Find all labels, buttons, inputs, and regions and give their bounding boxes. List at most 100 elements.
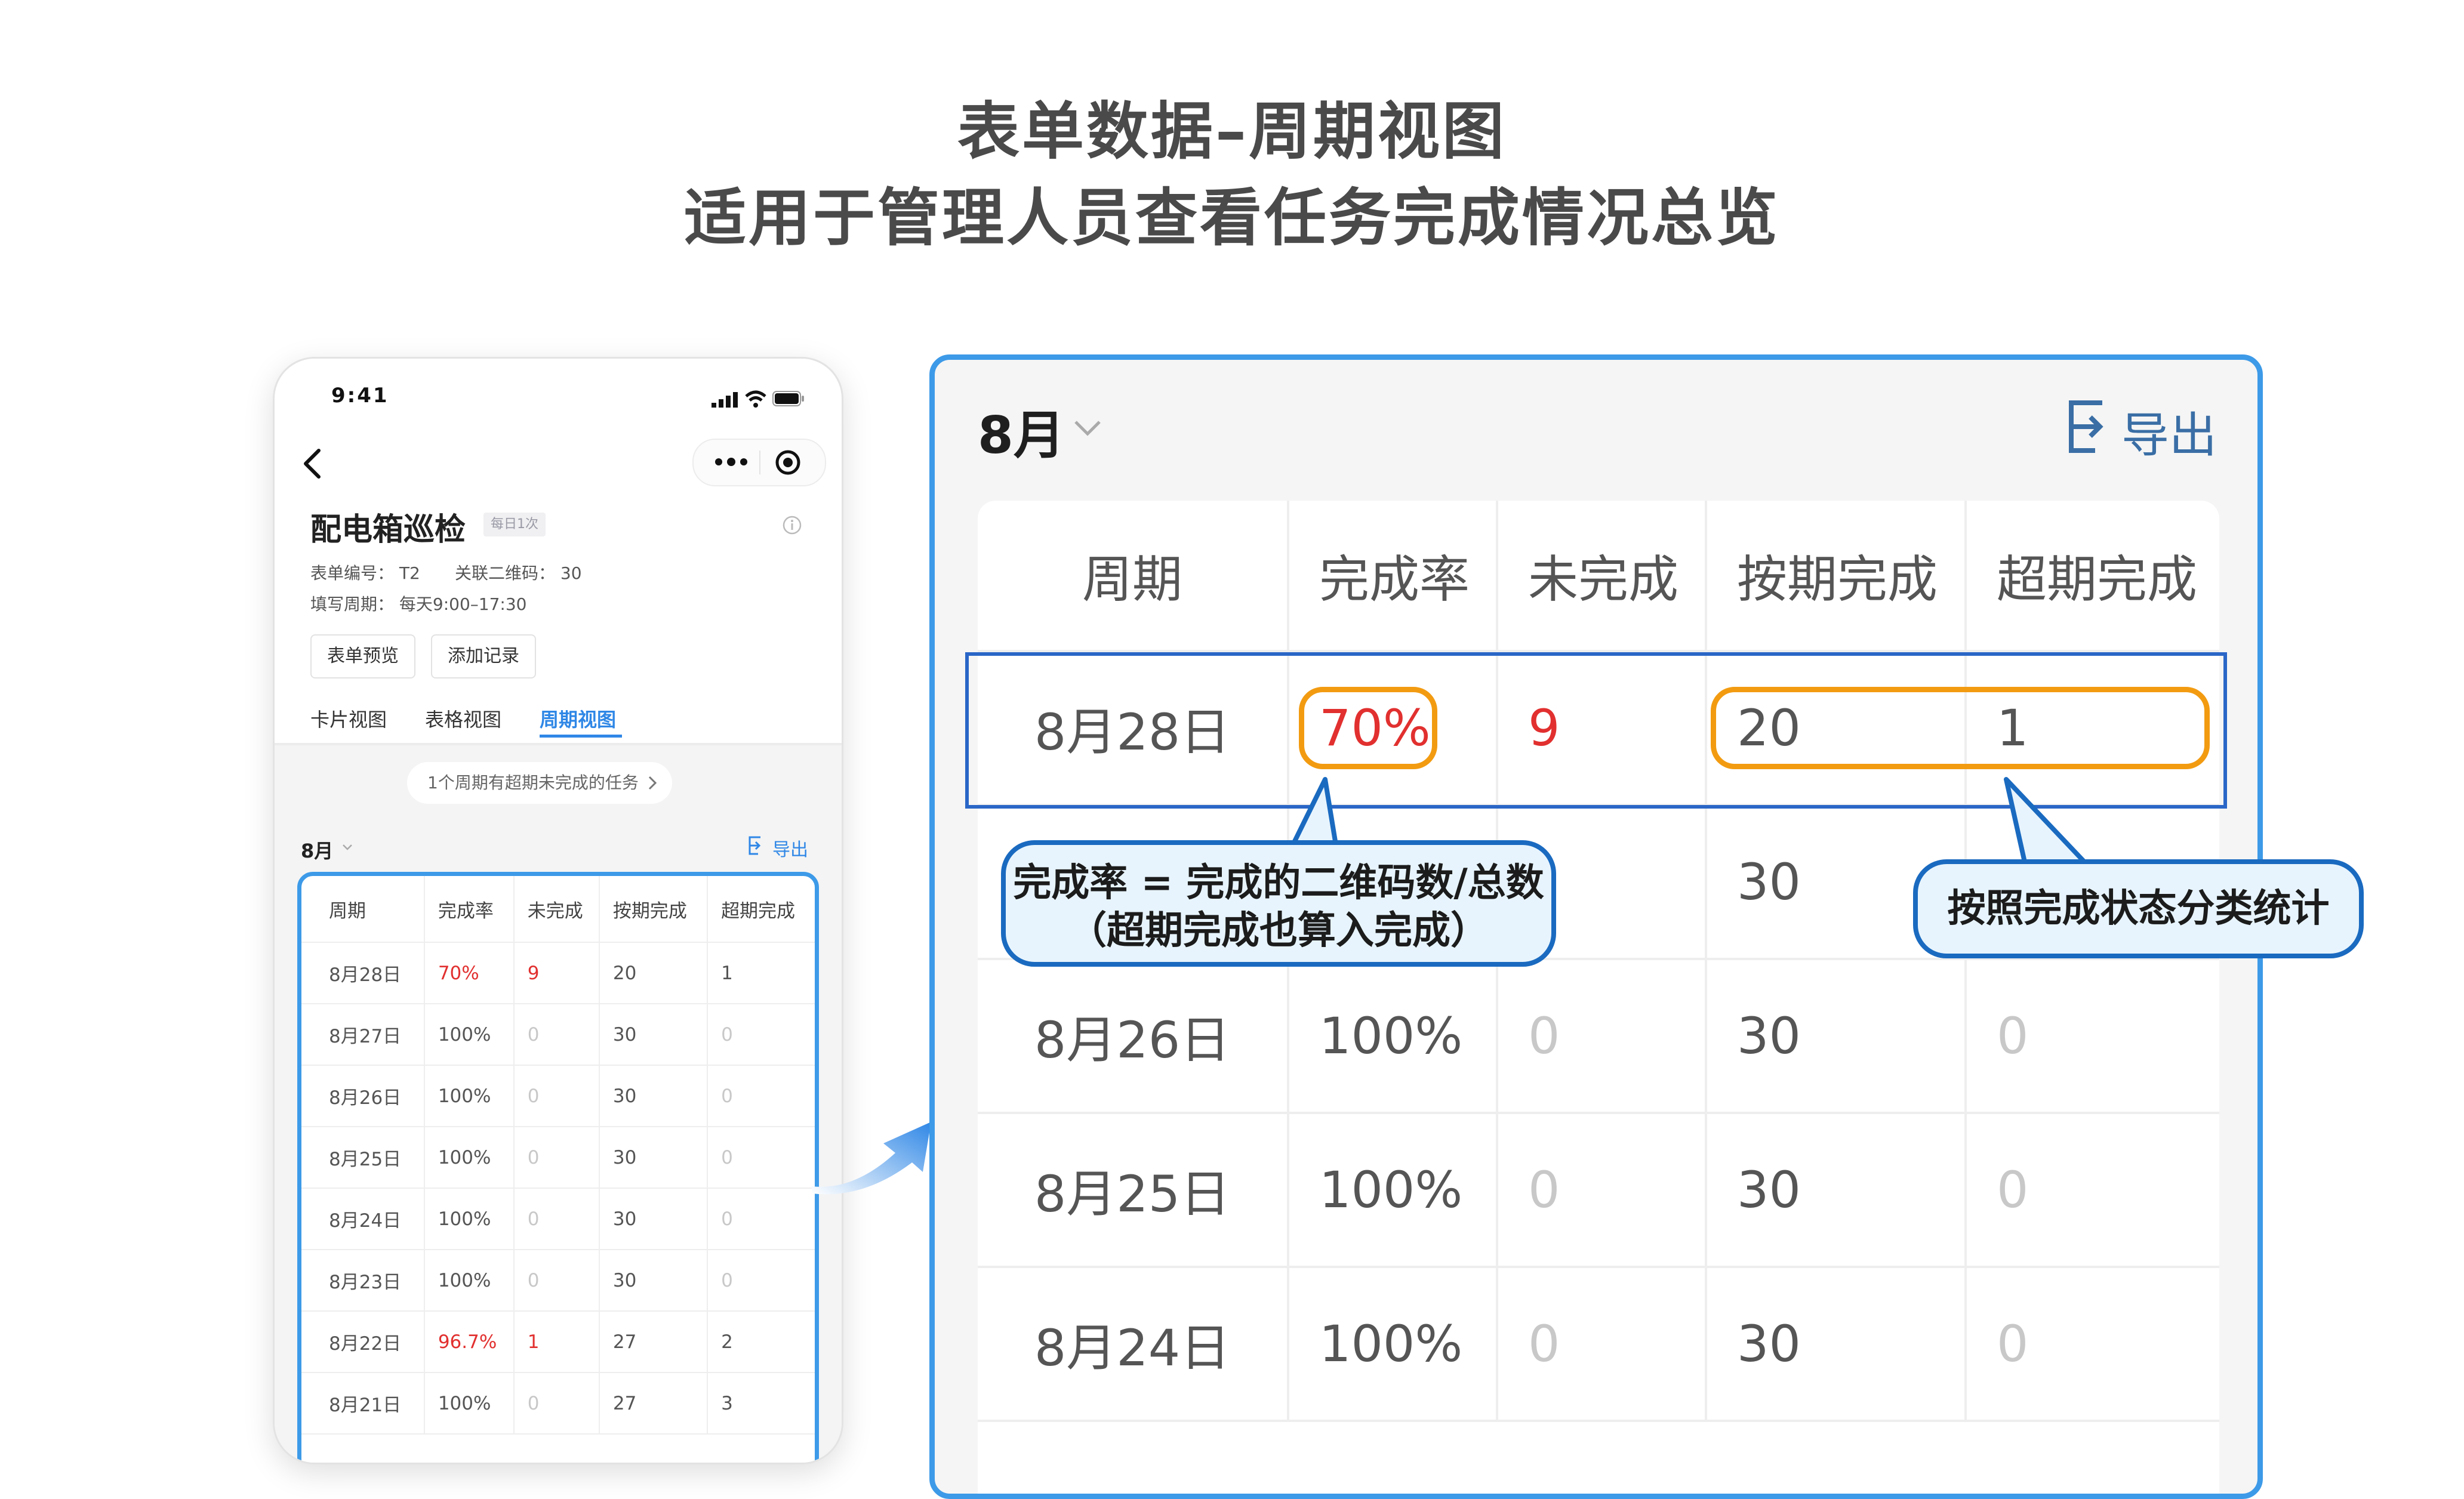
phone-cell: 70% [424,942,515,1004]
signal-icon [712,392,738,408]
phone-cell: 0 [707,1065,815,1127]
phone-cell: 30 [599,1065,709,1127]
tab-table-view[interactable]: 表格视图 [425,705,501,732]
panel-cell: 100% [1288,1267,1498,1422]
phone-cell: 0 [513,1004,600,1066]
phone-cell: 30 [599,1004,709,1066]
panel-header-3: 按期完成 [1706,501,1967,652]
panel-cell: 30 [1706,1267,1967,1422]
phone-table-row[interactable]: 8月22日 96.7% 1 27 2 [301,1311,815,1373]
mini-program-capsule [692,439,826,486]
arrow-icon [812,1122,931,1195]
panel-cell: 0 [1966,1267,2219,1422]
phone-cell: 30 [599,1127,709,1189]
active-tab-indicator [540,735,622,738]
phone-cell: 8月23日 [301,1250,425,1312]
chevron-right-icon [648,776,657,790]
phone-cell: 0 [513,1127,600,1189]
phone-cell: 96.7% [424,1311,515,1373]
phone-cell: 0 [513,1065,600,1127]
phone-cell: 0 [513,1372,600,1435]
phone-table-row[interactable]: 8月25日 100% 0 30 0 [301,1127,815,1189]
add-record-button[interactable]: 添加记录 [431,634,536,678]
completion-rate-note: （超期完成也算入完成） [1068,909,1489,953]
linked-qr-count: 关联二维码： 30 [455,563,582,583]
tab-card-view[interactable]: 卡片视图 [310,705,387,732]
phone-cell: 8月21日 [301,1372,425,1435]
headline-title: 表单数据–周期视图 [957,95,1507,168]
phone-cell: 1 [513,1311,600,1373]
phone-header-2: 未完成 [513,876,600,943]
frequency-badge: 每日1次 [483,513,546,536]
phone-cell: 100% [424,1127,515,1189]
phone-cell: 8月25日 [301,1127,425,1189]
phone-cell: 1 [707,942,815,1004]
panel-cell: 8月26日 [978,959,1289,1114]
export-icon[interactable] [2065,397,2117,457]
month-selector-large[interactable]: 8月 [978,393,1065,468]
phone-mockup: 9:41 配电箱巡检 每日1次 表单编号： T2 关联二维码： 30 填写周期：… [273,357,843,1464]
panel-cell: 100% [1288,1113,1498,1268]
rate-highlight-oval [1299,687,1437,769]
phone-cell: 100% [424,1004,515,1066]
info-icon[interactable] [782,515,802,535]
phone-cell: 0 [513,1188,600,1250]
phone-cell: 27 [599,1372,709,1435]
panel-header-0: 周期 [978,501,1289,652]
phone-cell: 100% [424,1372,515,1435]
headline-subtitle: 适用于管理人员查看任务完成情况总览 [683,181,1780,254]
export-button[interactable]: 导出 [772,835,808,861]
phone-cell: 8月26日 [301,1065,425,1127]
status-stats-callout: 按照完成状态分类统计 [1913,859,2364,958]
battery-icon [772,391,804,406]
panel-cell: 8月25日 [978,1113,1289,1268]
phone-cell: 2 [707,1311,815,1373]
target-icon[interactable] [774,449,802,476]
panel-table-row[interactable]: 8月26日 100% 0 30 0 [978,959,2219,1114]
phone-cell: 0 [513,1250,600,1312]
phone-cell: 30 [599,1250,709,1312]
capsule-divider [759,451,760,474]
phone-cell: 0 [707,1188,815,1250]
more-icon[interactable] [710,451,752,473]
phone-table-row[interactable]: 8月21日 100% 0 27 3 [301,1372,815,1435]
counts-highlight-oval [1711,687,2210,769]
phone-table-row[interactable]: 8月23日 100% 0 30 0 [301,1250,815,1312]
panel-cell: 0 [1497,1267,1707,1422]
export-icon[interactable] [747,835,765,856]
panel-cell: 8月24日 [978,1267,1289,1422]
panel-cell: 30 [1706,959,1967,1114]
panel-table-row[interactable]: 8月25日 100% 0 30 0 [978,1113,2219,1268]
phone-cell: 20 [599,942,709,1004]
phone-table-row[interactable]: 8月24日 100% 0 30 0 [301,1188,815,1250]
phone-table-row[interactable]: 8月27日 100% 0 30 0 [301,1004,815,1066]
phone-cell: 0 [707,1250,815,1312]
form-preview-button[interactable]: 表单预览 [310,634,415,678]
panel-cell: 0 [1966,1113,2219,1268]
completion-rate-formula: 完成率 = 完成的二维码数/总数 [1013,861,1544,905]
tab-period-view[interactable]: 周期视图 [540,705,616,732]
completion-rate-callout: 完成率 = 完成的二维码数/总数 （超期完成也算入完成） [1001,840,1556,967]
callout-pointer-status [2004,777,2095,871]
back-icon[interactable] [301,447,325,480]
phone-table-row[interactable]: 8月28日 70% 9 20 1 [301,942,815,1004]
phone-cell: 27 [599,1311,709,1373]
form-number: 表单编号： T2 [310,563,420,583]
month-selector[interactable]: 8月 [301,836,333,863]
phone-cell: 100% [424,1065,515,1127]
chevron-down-icon[interactable] [1072,418,1103,437]
export-button-large[interactable]: 导出 [2121,397,2217,466]
phone-cell: 100% [424,1188,515,1250]
phone-cell: 0 [707,1127,815,1189]
phone-cell: 9 [513,942,600,1004]
period-table-large: 周期 完成率 未完成 按期完成 超期完成 8月28日 70% 9 20 1 30 8月26日 100%… [978,501,2219,1494]
period-table: 周期 完成率 未完成 按期完成 超期完成 8月28日 70% 9 20 1 8月27日 100% 0 3… [297,872,819,1463]
panel-cell: 0 [1966,959,2219,1114]
overdue-notice-text: 1个周期有超期未完成的任务 [427,773,639,792]
chevron-down-icon[interactable] [341,843,353,852]
phone-table-row[interactable]: 8月26日 100% 0 30 0 [301,1065,815,1127]
phone-header-0: 周期 [301,876,425,943]
panel-table-row[interactable]: 8月24日 100% 0 30 0 [978,1267,2219,1422]
panel-header-1: 完成率 [1288,501,1498,652]
overdue-notice[interactable]: 1个周期有超期未完成的任务 [407,762,672,804]
